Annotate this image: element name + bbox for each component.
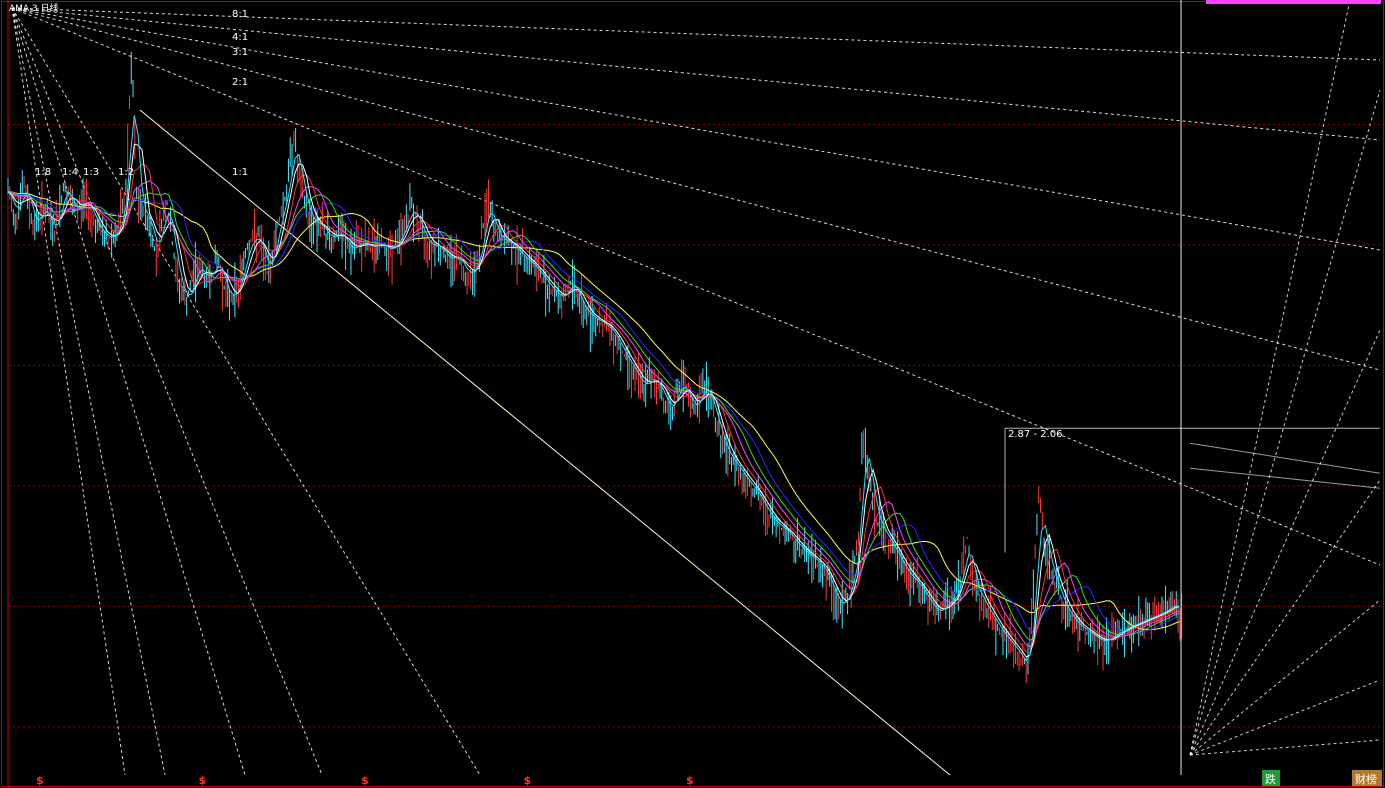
fan-label: 1:4 [62, 167, 78, 178]
corner-label: AMA 3 日线 [9, 2, 59, 14]
event-marker[interactable]: $ [524, 774, 532, 787]
event-marker[interactable]: $ [36, 774, 44, 787]
badge-label: 财榜 [1355, 772, 1377, 786]
fan-label: 3:1 [232, 47, 248, 58]
top-indicator-bar [1206, 0, 1381, 4]
badge[interactable]: 跌 [1262, 770, 1280, 786]
badge-label: 跌 [1265, 772, 1276, 786]
event-marker[interactable]: $ [686, 774, 694, 787]
event-marker[interactable]: $ [199, 774, 207, 787]
fan-label: 1:8 [35, 167, 51, 178]
fan-label: 2:1 [232, 77, 248, 88]
fan-label: 4:1 [232, 32, 248, 43]
badge[interactable]: 财榜 [1352, 770, 1382, 786]
kline-chart[interactable]: 8:14:13:12:11:11:21:31:41:8 2.87 - 2.06 … [0, 0, 1385, 788]
fan-label: 8:1 [232, 9, 248, 20]
fan-label: 1:1 [232, 167, 248, 178]
annotation-label: 2.87 - 2.06 [1008, 429, 1063, 440]
fan-label: 1:3 [83, 167, 99, 178]
event-marker[interactable]: $ [361, 774, 369, 787]
